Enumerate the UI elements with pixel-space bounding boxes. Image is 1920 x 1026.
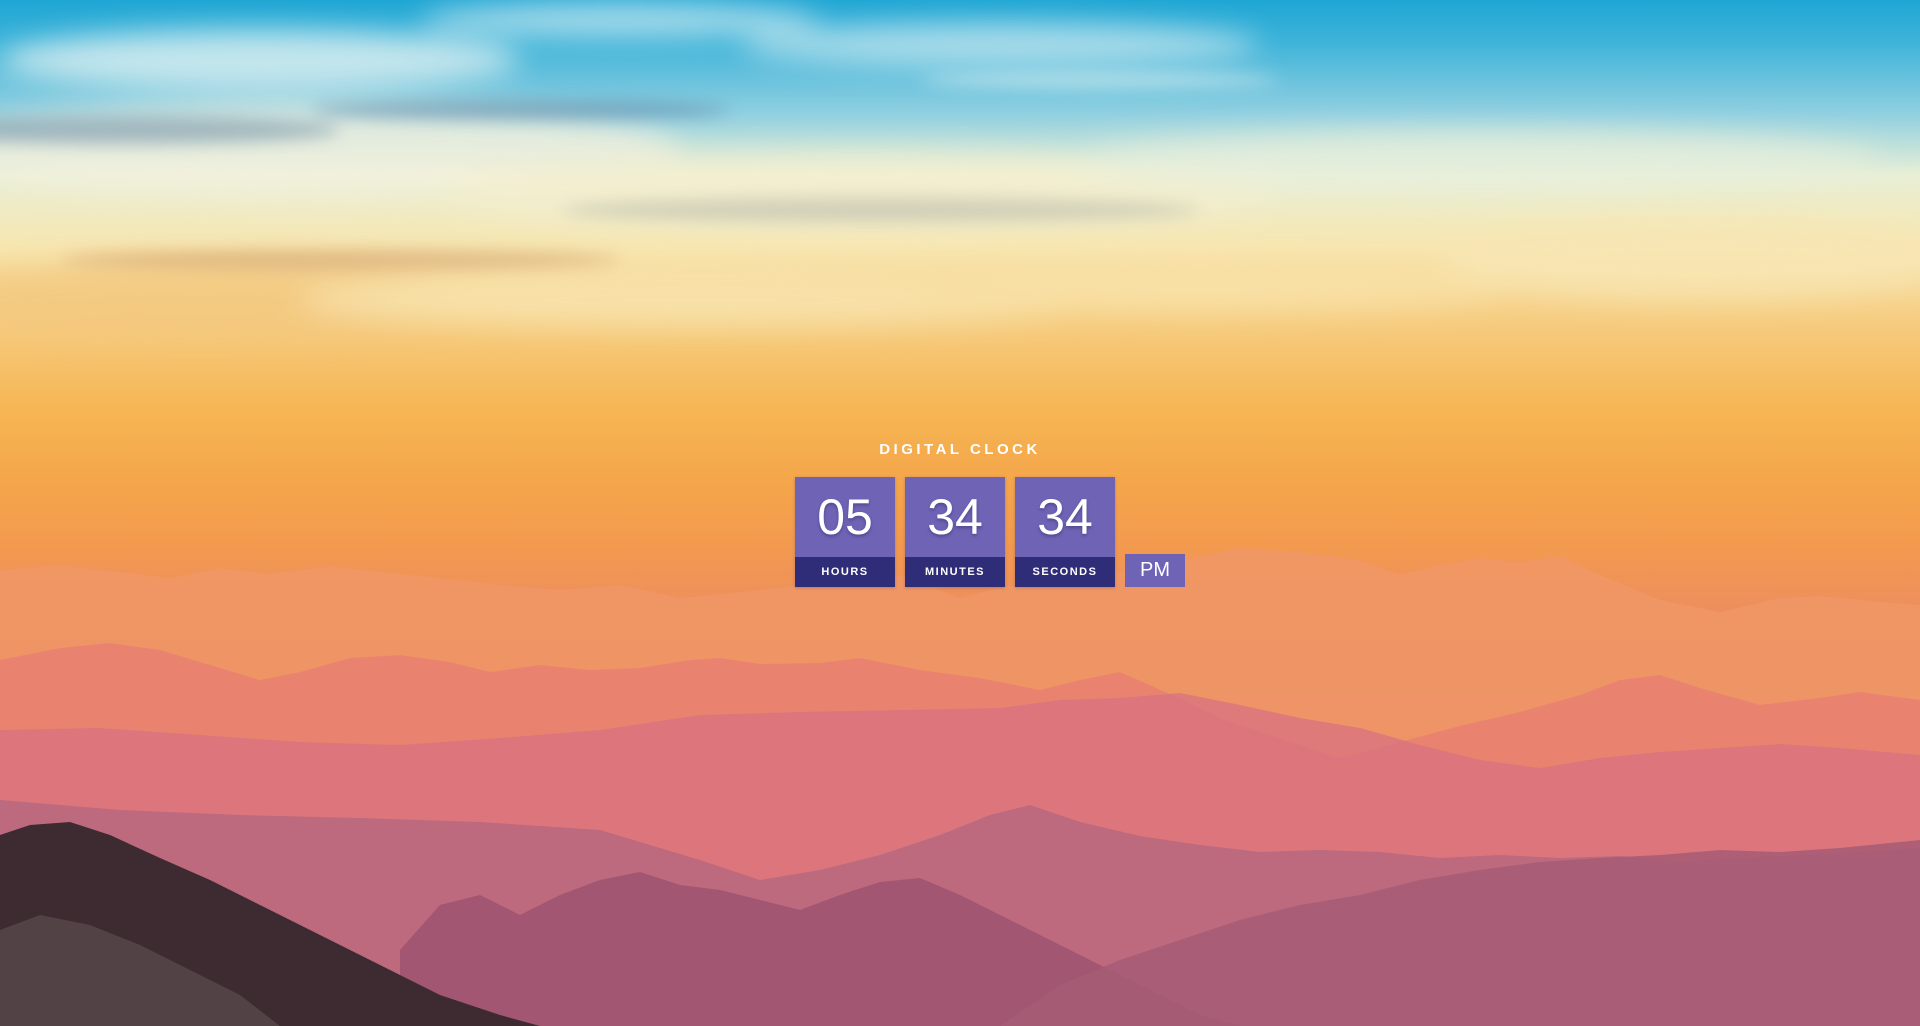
seconds-value: 34: [1037, 489, 1093, 545]
hours-label: HOURS: [795, 557, 895, 587]
minutes-tile: 34 MINUTES: [905, 477, 1005, 587]
clock-title: DIGITAL CLOCK: [879, 441, 1041, 458]
minutes-value: 34: [927, 489, 983, 545]
am-pm-indicator: PM: [1125, 554, 1185, 587]
desktop-background: DIGITAL CLOCK 05 HOURS 34 MINUTES 34 SEC…: [0, 0, 1920, 1026]
hours-tile: 05 HOURS: [795, 477, 895, 587]
seconds-label: SECONDS: [1015, 557, 1115, 587]
seconds-tile: 34 SECONDS: [1015, 477, 1115, 587]
minutes-label: MINUTES: [905, 557, 1005, 587]
digital-clock: DIGITAL CLOCK 05 HOURS 34 MINUTES 34 SEC…: [0, 0, 1920, 1026]
hours-value: 05: [817, 489, 873, 545]
